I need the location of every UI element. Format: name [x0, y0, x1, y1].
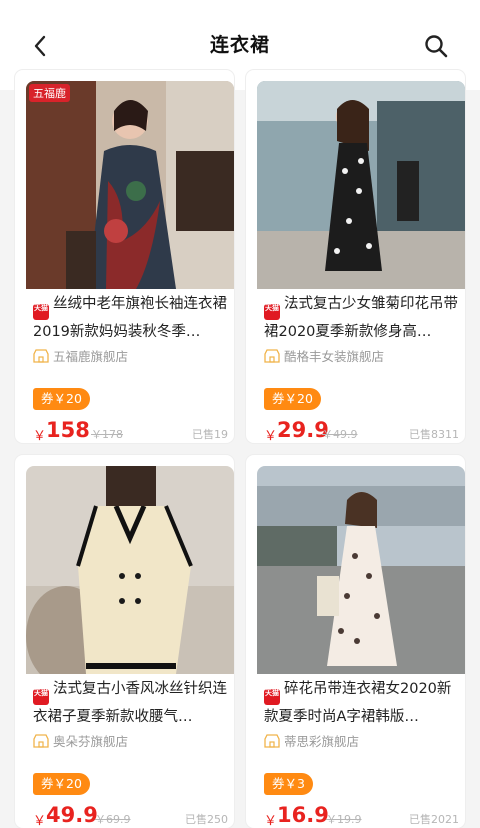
product-title: 天猫 法式复古小香风冰丝针织连衣裙子夏季新款收腰气…	[33, 677, 233, 725]
search-button[interactable]	[422, 32, 450, 60]
search-icon	[425, 35, 448, 58]
shop-name[interactable]: 奥朵芬旗舰店	[33, 731, 128, 750]
price: 49.9	[46, 803, 98, 827]
price-row: ￥ 29.9 ￥49.9 已售8311	[264, 416, 459, 443]
product-photo[interactable]	[257, 81, 465, 289]
back-button[interactable]	[26, 32, 54, 60]
shop-name-text: 奥朵芬旗舰店	[53, 734, 129, 749]
original-price: ￥69.9	[95, 813, 131, 826]
price-row: ￥ 16.9 ￥19.9 已售2021	[264, 801, 459, 828]
product-card[interactable]: 天猫 碎花吊带连衣裙女2020新款夏季时尚A字裙韩版… 蒂思彩旗舰店 券￥3 ￥ …	[246, 455, 465, 828]
product-title: 天猫 丝绒中老年旗袍长袖连衣裙2019新款妈妈装秋冬季…	[33, 292, 233, 340]
tmall-badge-icon: 天猫	[33, 689, 49, 705]
price: 158	[46, 418, 90, 442]
currency-symbol: ￥	[33, 814, 47, 828]
sold-count: 已售2021	[409, 813, 459, 826]
page-title: 连衣裙	[209, 34, 270, 56]
price: 16.9	[277, 803, 329, 827]
shop-name-text: 酷格丰女装旗舰店	[284, 349, 385, 364]
shop-name-text: 蒂思彩旗舰店	[284, 734, 360, 749]
currency-symbol: ￥	[264, 814, 278, 828]
store-icon	[264, 348, 280, 363]
store-icon	[33, 733, 49, 748]
shop-name[interactable]: 酷格丰女装旗舰店	[264, 346, 384, 365]
shop-name[interactable]: 五福鹿旗舰店	[33, 346, 128, 365]
price-row: ￥ 49.9 ￥69.9 已售250	[33, 801, 228, 828]
product-photo[interactable]: 五福鹿	[26, 81, 234, 289]
chevron-left-icon	[34, 35, 46, 57]
shop-name-text: 五福鹿旗舰店	[53, 349, 129, 364]
product-grid: 五福鹿 天猫 丝绒中老年旗袍长袖连衣裙2019新款妈妈装秋冬季… 五福鹿旗舰店 券…	[15, 70, 465, 828]
coupon-badge[interactable]: 券￥20	[33, 388, 90, 410]
product-card[interactable]: 天猫 法式复古少女雏菊印花吊带裙2020夏季新款修身高… 酷格丰女装旗舰店 券￥2…	[246, 70, 465, 443]
price-row: ￥ 158 ￥178 已售19	[33, 416, 228, 443]
product-title: 天猫 法式复古少女雏菊印花吊带裙2020夏季新款修身高…	[264, 292, 464, 340]
store-icon	[264, 733, 280, 748]
product-card[interactable]: 天猫 法式复古小香风冰丝针织连衣裙子夏季新款收腰气… 奥朵芬旗舰店 券￥20 ￥ …	[15, 455, 234, 828]
product-title-text: 法式复古少女雏菊印花吊带裙2020夏季新款修身高…	[264, 296, 458, 340]
coupon-badge[interactable]: 券￥3	[264, 773, 313, 795]
shop-logo-badge: 五福鹿	[29, 84, 70, 102]
original-price: ￥19.9	[326, 813, 362, 826]
product-card[interactable]: 五福鹿 天猫 丝绒中老年旗袍长袖连衣裙2019新款妈妈装秋冬季… 五福鹿旗舰店 券…	[15, 70, 234, 443]
original-price: ￥49.9	[322, 428, 358, 441]
product-title-text: 法式复古小香风冰丝针织连衣裙子夏季新款收腰气…	[33, 681, 227, 725]
original-price: ￥178	[91, 428, 123, 441]
shop-name[interactable]: 蒂思彩旗舰店	[264, 731, 359, 750]
product-title: 天猫 碎花吊带连衣裙女2020新款夏季时尚A字裙韩版…	[264, 677, 464, 725]
sold-count: 已售8311	[409, 428, 459, 441]
currency-symbol: ￥	[264, 429, 278, 443]
tmall-badge-icon: 天猫	[264, 689, 280, 705]
product-photo[interactable]	[257, 466, 465, 674]
product-title-text: 碎花吊带连衣裙女2020新款夏季时尚A字裙韩版…	[264, 681, 452, 725]
tmall-badge-icon: 天猫	[264, 304, 280, 320]
product-title-text: 丝绒中老年旗袍长袖连衣裙2019新款妈妈装秋冬季…	[33, 296, 227, 340]
currency-symbol: ￥	[33, 429, 47, 443]
tmall-badge-icon: 天猫	[33, 304, 49, 320]
product-photo[interactable]	[26, 466, 234, 674]
coupon-badge[interactable]: 券￥20	[264, 388, 321, 410]
store-icon	[33, 348, 49, 363]
sold-count: 已售19	[192, 428, 228, 441]
coupon-badge[interactable]: 券￥20	[33, 773, 90, 795]
sold-count: 已售250	[185, 813, 228, 826]
